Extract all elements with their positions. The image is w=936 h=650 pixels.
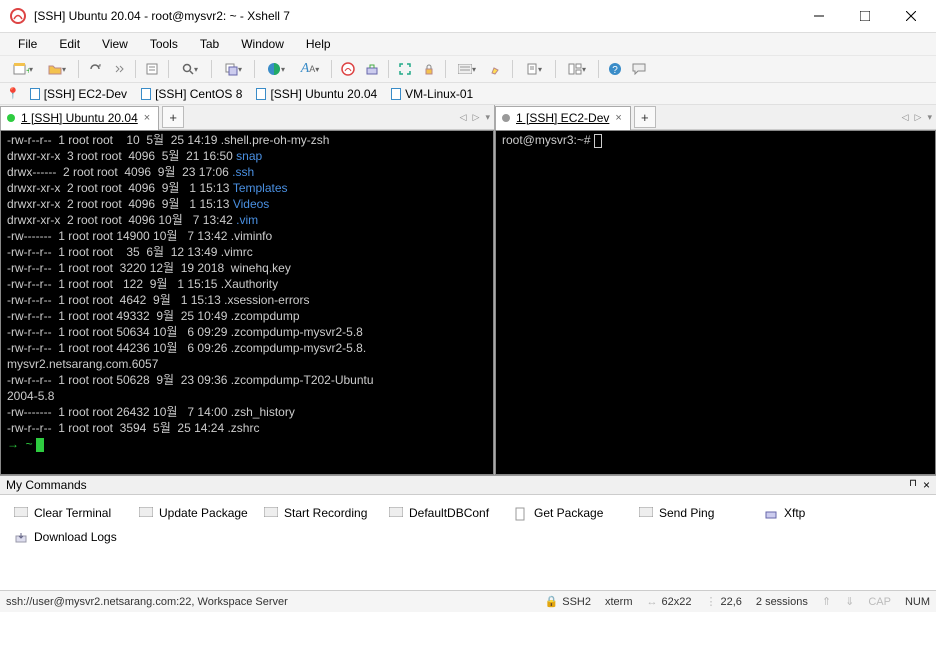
close-tab-icon[interactable]: × — [615, 112, 621, 124]
feedback-button[interactable] — [627, 57, 651, 81]
svg-text:?: ? — [612, 65, 618, 76]
tab-nav-menu[interactable]: ▾ — [483, 110, 492, 125]
close-button[interactable] — [888, 1, 934, 31]
right-tabstrip: 1 [SSH] EC2-Dev × + ◁▷▾ — [495, 105, 936, 130]
script-button[interactable]: ▾ — [517, 57, 551, 81]
highlight-button[interactable] — [484, 57, 508, 81]
xshell-button[interactable] — [336, 57, 360, 81]
window-title: [SSH] Ubuntu 20.04 - root@mysvr2: ~ - Xs… — [34, 9, 796, 23]
lock-button[interactable] — [417, 57, 441, 81]
font-button[interactable]: AA▾ — [293, 57, 327, 81]
menu-tab[interactable]: Tab — [190, 35, 229, 53]
cmd-clear-terminal[interactable]: Clear Terminal — [14, 501, 139, 525]
left-pane: 1 [SSH] Ubuntu 20.04 × + ◁▷▾ -rw-r--r-- … — [0, 105, 495, 475]
mycommands-close-icon[interactable]: × — [923, 478, 930, 492]
status-dot-icon — [7, 114, 15, 122]
tab-nav-menu[interactable]: ▾ — [925, 110, 934, 125]
tab-nav-left[interactable]: ◁ — [900, 110, 911, 125]
app-icon — [10, 8, 26, 24]
menubar: File Edit View Tools Tab Window Help — [0, 33, 936, 55]
menu-window[interactable]: Window — [231, 35, 294, 53]
session-link-vm[interactable]: VM-Linux-01 — [387, 87, 477, 101]
cmd-download-logs[interactable]: Download Logs — [14, 525, 139, 549]
pin-icon[interactable]: 📍 — [6, 87, 20, 100]
status-num: NUM — [905, 596, 930, 608]
add-tab-button[interactable]: + — [162, 106, 184, 128]
tab-nav-right[interactable]: ▷ — [913, 110, 924, 125]
status-sessions: 2 sessions — [756, 596, 808, 608]
titlebar: [SSH] Ubuntu 20.04 - root@mysvr2: ~ - Xs… — [0, 0, 936, 33]
open-folder-button[interactable]: ▾ — [40, 57, 74, 81]
maximize-button[interactable] — [842, 1, 888, 31]
menu-file[interactable]: File — [8, 35, 47, 53]
status-dot-icon — [502, 114, 510, 122]
mycommands-header: My Commands ⊓ × — [0, 475, 936, 495]
keyboard-button[interactable]: ▾ — [450, 57, 484, 81]
tab-ubuntu[interactable]: 1 [SSH] Ubuntu 20.04 × — [0, 106, 159, 130]
menu-tools[interactable]: Tools — [140, 35, 188, 53]
cmd-defaultdbconf[interactable]: DefaultDBConf — [389, 501, 514, 525]
copy-button[interactable]: ▾ — [216, 57, 250, 81]
status-up-icon: ⇑ — [822, 595, 831, 608]
session-bar: 📍 [SSH] EC2-Dev [SSH] CentOS 8 [SSH] Ubu… — [0, 83, 936, 105]
fullscreen-button[interactable] — [393, 57, 417, 81]
xftp-button[interactable] — [360, 57, 384, 81]
right-pane: 1 [SSH] EC2-Dev × + ◁▷▾ root@mysvr3:~# — [495, 105, 936, 475]
new-session-button[interactable]: +▾ — [6, 57, 40, 81]
menu-view[interactable]: View — [92, 35, 138, 53]
disconnect-button[interactable] — [107, 57, 131, 81]
color-scheme-button[interactable]: ▾ — [259, 57, 293, 81]
status-cap: CAP — [868, 596, 891, 608]
find-button[interactable]: ▾ — [173, 57, 207, 81]
left-tabstrip: 1 [SSH] Ubuntu 20.04 × + ◁▷▾ — [0, 105, 494, 130]
menu-edit[interactable]: Edit — [49, 35, 90, 53]
cmd-xftp[interactable]: Xftp — [764, 501, 889, 525]
menu-help[interactable]: Help — [296, 35, 341, 53]
tab-nav-left[interactable]: ◁ — [458, 110, 469, 125]
minimize-button[interactable] — [796, 1, 842, 31]
left-terminal[interactable]: -rw-r--r-- 1 root root 10 5월 25 14:19 .s… — [0, 130, 494, 475]
properties-button[interactable] — [140, 57, 164, 81]
cmd-get-package[interactable]: Get Package — [514, 501, 639, 525]
terminal-panes: 1 [SSH] Ubuntu 20.04 × + ◁▷▾ -rw-r--r-- … — [0, 105, 936, 475]
session-link-centos[interactable]: [SSH] CentOS 8 — [137, 87, 246, 101]
right-terminal[interactable]: root@mysvr3:~# — [495, 130, 936, 475]
status-down-icon: ⇓ — [845, 595, 854, 608]
status-size: ↔62x22 — [646, 596, 691, 608]
session-link-ubuntu[interactable]: [SSH] Ubuntu 20.04 — [252, 87, 381, 101]
layout-button[interactable]: ▾ — [560, 57, 594, 81]
help-button[interactable]: ? — [603, 57, 627, 81]
cmd-start-recording[interactable]: Start Recording — [264, 501, 389, 525]
status-cursor: ⋮22,6 — [705, 595, 741, 608]
cmd-send-ping[interactable]: Send Ping — [639, 501, 764, 525]
status-protocol: 🔒SSH2 — [545, 595, 591, 608]
status-connection: ssh://user@mysvr2.netsarang.com:22, Work… — [6, 596, 288, 608]
mycommands-pin-icon[interactable]: ⊓ — [909, 478, 917, 492]
mycommands-title: My Commands — [6, 478, 87, 492]
tab-ec2[interactable]: 1 [SSH] EC2-Dev × — [495, 106, 631, 130]
cmd-update-package[interactable]: Update Package — [139, 501, 264, 525]
session-link-ec2[interactable]: [SSH] EC2-Dev — [26, 87, 131, 101]
reconnect-button[interactable] — [83, 57, 107, 81]
statusbar: ssh://user@mysvr2.netsarang.com:22, Work… — [0, 590, 936, 612]
status-termtype: xterm — [605, 596, 633, 608]
close-tab-icon[interactable]: × — [144, 112, 150, 124]
mycommands-panel: Clear Terminal Update Package Start Reco… — [0, 495, 936, 590]
tab-nav-right[interactable]: ▷ — [471, 110, 482, 125]
toolbar: +▾ ▾ ▾ ▾ ▾ AA▾ ▾ ▾ ▾ ? — [0, 55, 936, 83]
add-tab-button[interactable]: + — [634, 106, 656, 128]
